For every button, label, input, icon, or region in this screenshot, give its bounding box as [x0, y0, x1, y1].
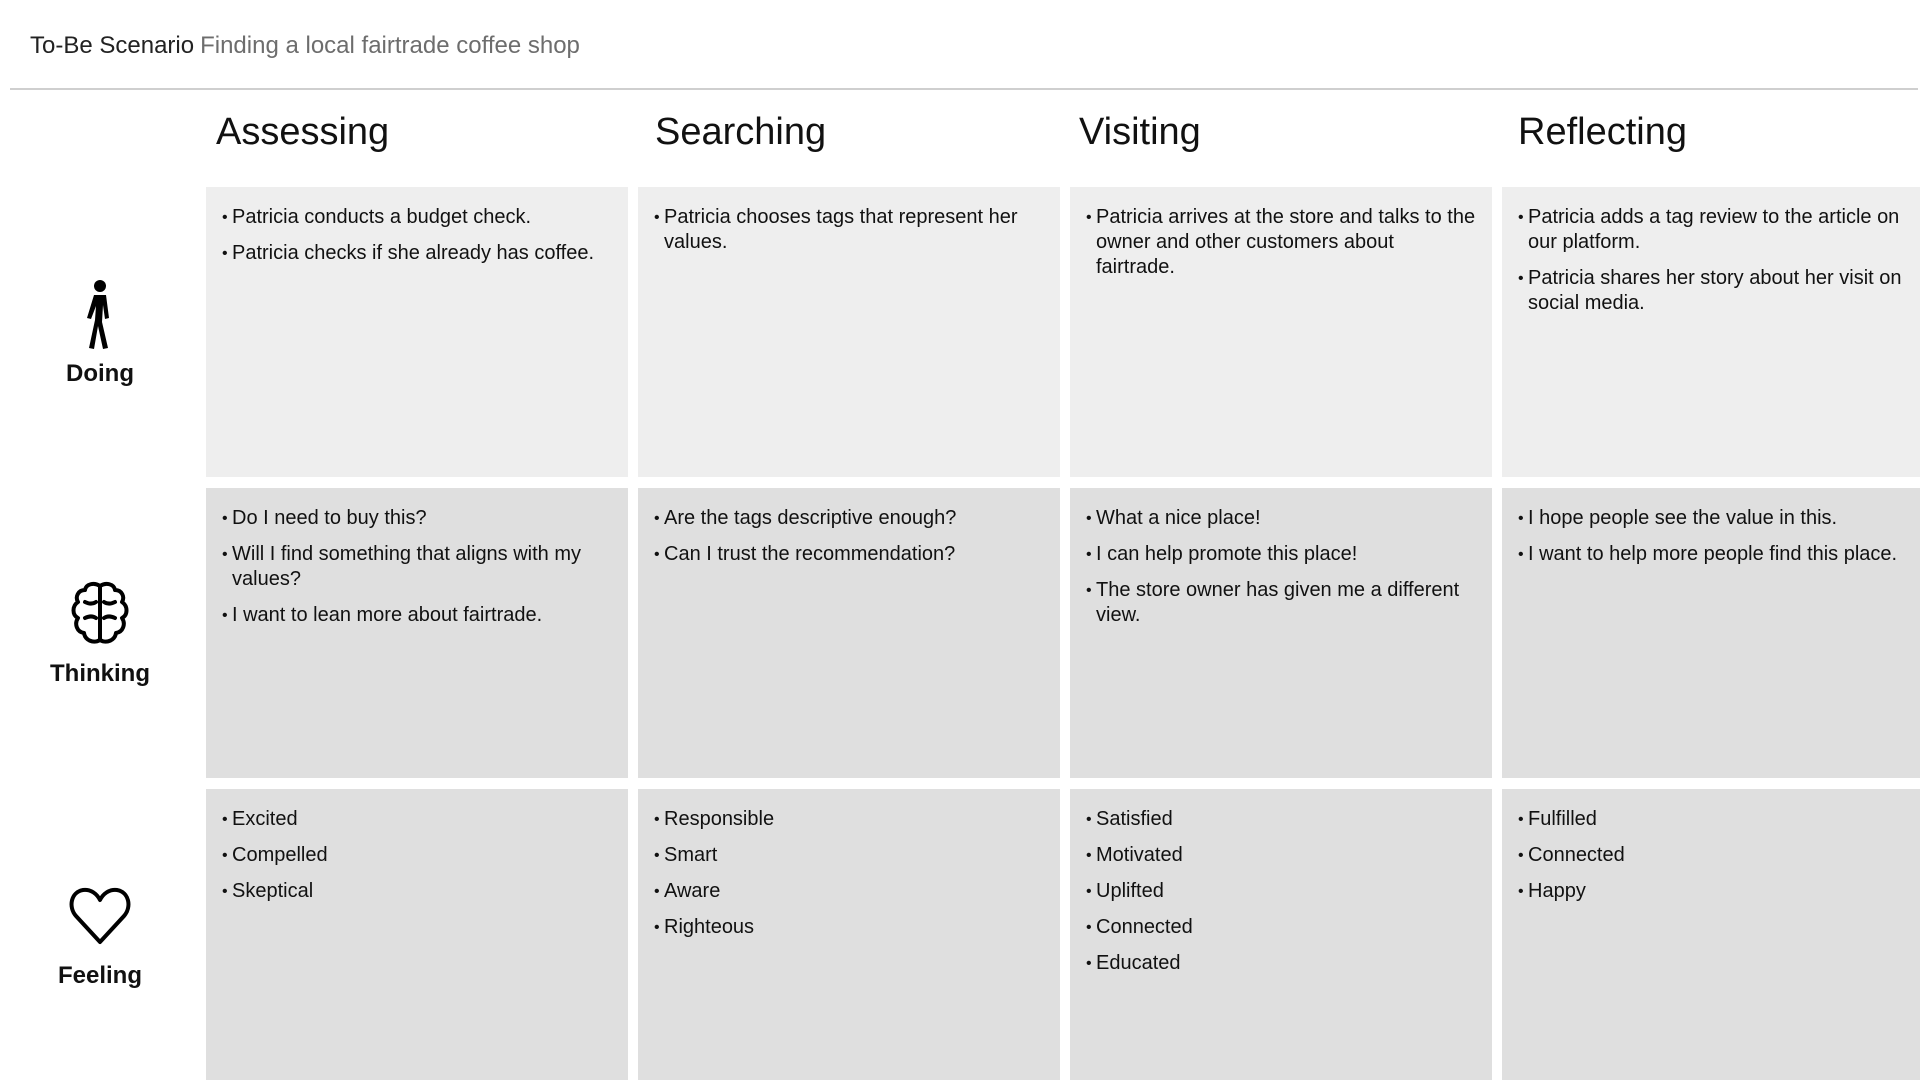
heart-icon	[69, 887, 131, 944]
list-item: I want to help more people find this pla…	[1518, 542, 1906, 567]
phase-header-reflecting: Reflecting	[1518, 111, 1687, 153]
list-item: Happy	[1518, 879, 1906, 904]
cell-feeling-searching: Responsible Smart Aware Righteous	[638, 789, 1060, 1080]
list-item: I hope people see the value in this.	[1518, 506, 1906, 531]
walking-person-icon	[87, 280, 109, 349]
cell-thinking-reflecting: I hope people see the value in this. I w…	[1502, 488, 1920, 778]
list-item: Patricia adds a tag review to the articl…	[1518, 205, 1906, 255]
list-item: Patricia conducts a budget check.	[222, 205, 614, 230]
list-item: The store owner has given me a different…	[1086, 578, 1478, 628]
list-item: Do I need to buy this?	[222, 506, 614, 531]
list-item: Fulfilled	[1518, 807, 1906, 832]
cell-thinking-visiting: What a nice place! I can help promote th…	[1070, 488, 1492, 778]
phase-header-visiting: Visiting	[1079, 111, 1201, 153]
phase-header-assessing: Assessing	[216, 111, 390, 153]
header: To-Be Scenario Finding a local fairtrade …	[30, 30, 580, 62]
list-item: Responsible	[654, 807, 1046, 832]
journey-map: To-Be Scenario Finding a local fairtrade …	[0, 0, 1920, 1080]
list-item: Skeptical	[222, 879, 614, 904]
cell-feeling-reflecting: Fulfilled Connected Happy	[1502, 789, 1920, 1080]
list-item: Compelled	[222, 843, 614, 868]
list-item: Motivated	[1086, 843, 1478, 868]
cell-doing-visiting: Patricia arrives at the store and talks …	[1070, 187, 1492, 477]
list-item: Connected	[1518, 843, 1906, 868]
row-label-text: Doing	[66, 360, 134, 387]
list-item: What a nice place!	[1086, 506, 1478, 531]
brain-icon	[71, 581, 129, 644]
scenario-subtitle: Finding a local fairtrade coffee shop	[200, 32, 580, 59]
row-label-text: Feeling	[57, 962, 142, 989]
list-item: Connected	[1086, 915, 1478, 940]
list-item: Patricia arrives at the store and talks …	[1086, 205, 1478, 280]
list-item: Smart	[654, 843, 1046, 868]
cell-feeling-visiting: Satisfied Motivated Uplifted Connected E…	[1070, 789, 1492, 1080]
list-item: Excited	[222, 807, 614, 832]
cell-feeling-assessing: Excited Compelled Skeptical	[206, 789, 628, 1080]
cell-thinking-assessing: Do I need to buy this? Will I find somet…	[206, 488, 628, 778]
row-label-feeling: Feeling	[0, 880, 200, 990]
cell-doing-assessing: Patricia conducts a budget check. Patric…	[206, 187, 628, 477]
cell-thinking-searching: Are the tags descriptive enough? Can I t…	[638, 488, 1060, 778]
list-item: Uplifted	[1086, 879, 1478, 904]
list-item: Can I trust the recommendation?	[654, 542, 1046, 567]
list-item: Righteous	[654, 915, 1046, 940]
cell-doing-reflecting: Patricia adds a tag review to the articl…	[1502, 187, 1920, 477]
scenario-title: To-Be Scenario	[30, 32, 195, 59]
list-item: Will I find something that aligns with m…	[222, 542, 614, 592]
list-item: Educated	[1086, 951, 1478, 976]
row-label-text: Thinking	[50, 660, 150, 687]
list-item: Are the tags descriptive enough?	[654, 506, 1046, 531]
cell-doing-searching: Patricia chooses tags that represent her…	[638, 187, 1060, 477]
list-item: Satisfied	[1086, 807, 1478, 832]
list-item: I want to lean more about fairtrade.	[222, 603, 614, 628]
header-divider	[10, 88, 1918, 90]
list-item: Patricia shares her story about her visi…	[1518, 266, 1906, 316]
row-label-doing: Doing	[0, 278, 200, 388]
row-label-thinking: Thinking	[0, 578, 200, 688]
list-item: I can help promote this place!	[1086, 542, 1478, 567]
list-item: Patricia checks if she already has coffe…	[222, 241, 614, 266]
list-item: Patricia chooses tags that represent her…	[654, 205, 1046, 255]
phase-header-searching: Searching	[655, 111, 827, 153]
list-item: Aware	[654, 879, 1046, 904]
